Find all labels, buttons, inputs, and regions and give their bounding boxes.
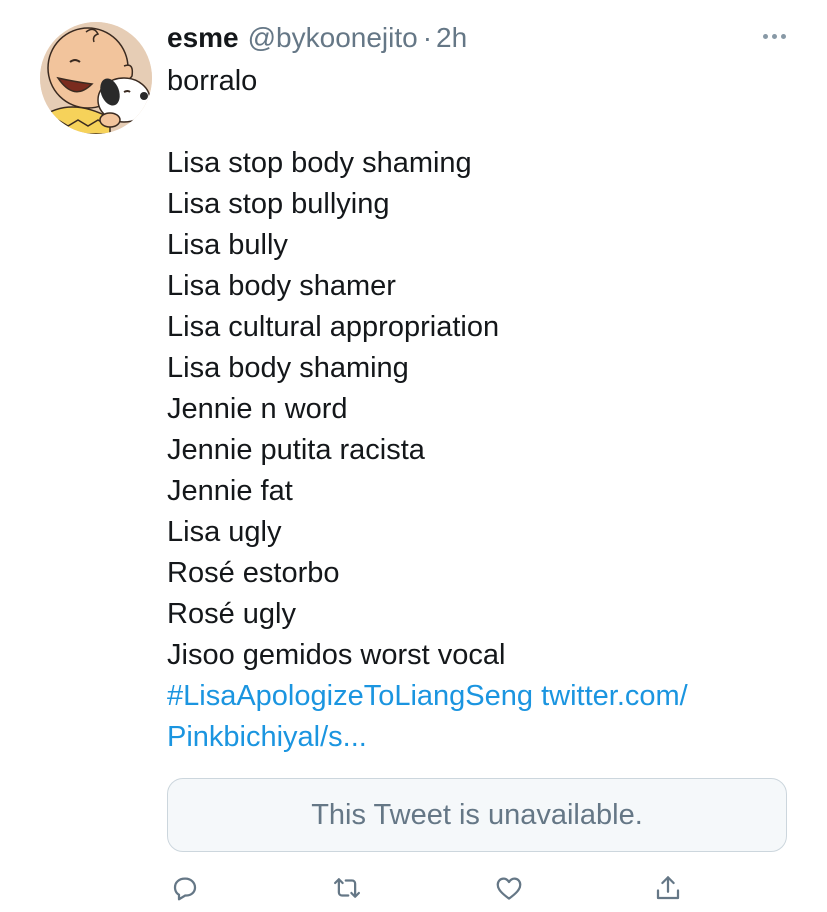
avatar-image bbox=[40, 22, 152, 134]
link-line: #LisaApologizeToLiangSeng twitter.com/ bbox=[167, 676, 797, 717]
tweet-text: borralo Lisa stop body shaming Lisa stop… bbox=[167, 61, 797, 758]
tweet-line: Jennie fat bbox=[167, 475, 293, 507]
tweet-line: Lisa body shaming bbox=[167, 352, 409, 384]
separator-dot: · bbox=[422, 22, 433, 53]
url-link-part2[interactable]: Pinkbichiyal/s... bbox=[167, 717, 797, 758]
tweet-line: Jennie n word bbox=[167, 393, 348, 425]
tweet-header: esme @bykoonejito · 2h bbox=[167, 20, 467, 56]
timestamp[interactable]: 2h bbox=[436, 22, 467, 54]
tweet-line: Lisa ugly bbox=[167, 516, 282, 548]
url-link-part1[interactable]: twitter.com/ bbox=[541, 680, 688, 712]
user-handle[interactable]: @bykoonejito bbox=[248, 22, 418, 54]
tweet-line: Rosé estorbo bbox=[167, 557, 340, 589]
action-bar bbox=[167, 870, 727, 906]
tweet-line: Lisa stop bullying bbox=[167, 188, 390, 220]
tweet-line: Jennie putita racista bbox=[167, 434, 425, 466]
quoted-tweet-unavailable-text: This Tweet is unavailable. bbox=[311, 798, 643, 831]
tweet-line: Rosé ugly bbox=[167, 598, 296, 630]
tweet-line: borralo bbox=[167, 65, 258, 97]
tweet-line: Lisa stop body shaming bbox=[167, 147, 472, 179]
tweet-line: Lisa bully bbox=[167, 229, 288, 261]
heart-icon[interactable] bbox=[491, 870, 527, 906]
tweet-line: Lisa cultural appropriation bbox=[167, 311, 500, 343]
tweet[interactable]: esme @bykoonejito · 2h borralo Lisa stop… bbox=[0, 0, 827, 912]
quoted-tweet-card[interactable]: This Tweet is unavailable. bbox=[167, 778, 787, 852]
display-name[interactable]: esme bbox=[167, 22, 239, 54]
reply-icon[interactable] bbox=[167, 870, 203, 906]
tweet-line: Jisoo gemidos worst vocal bbox=[167, 639, 506, 671]
more-icon[interactable] bbox=[763, 34, 786, 39]
avatar[interactable] bbox=[40, 22, 152, 134]
retweet-icon[interactable] bbox=[329, 870, 365, 906]
hashtag-link[interactable]: #LisaApologizeToLiangSeng bbox=[167, 680, 533, 712]
tweet-line: Lisa body shamer bbox=[167, 270, 396, 302]
share-icon[interactable] bbox=[650, 870, 686, 906]
